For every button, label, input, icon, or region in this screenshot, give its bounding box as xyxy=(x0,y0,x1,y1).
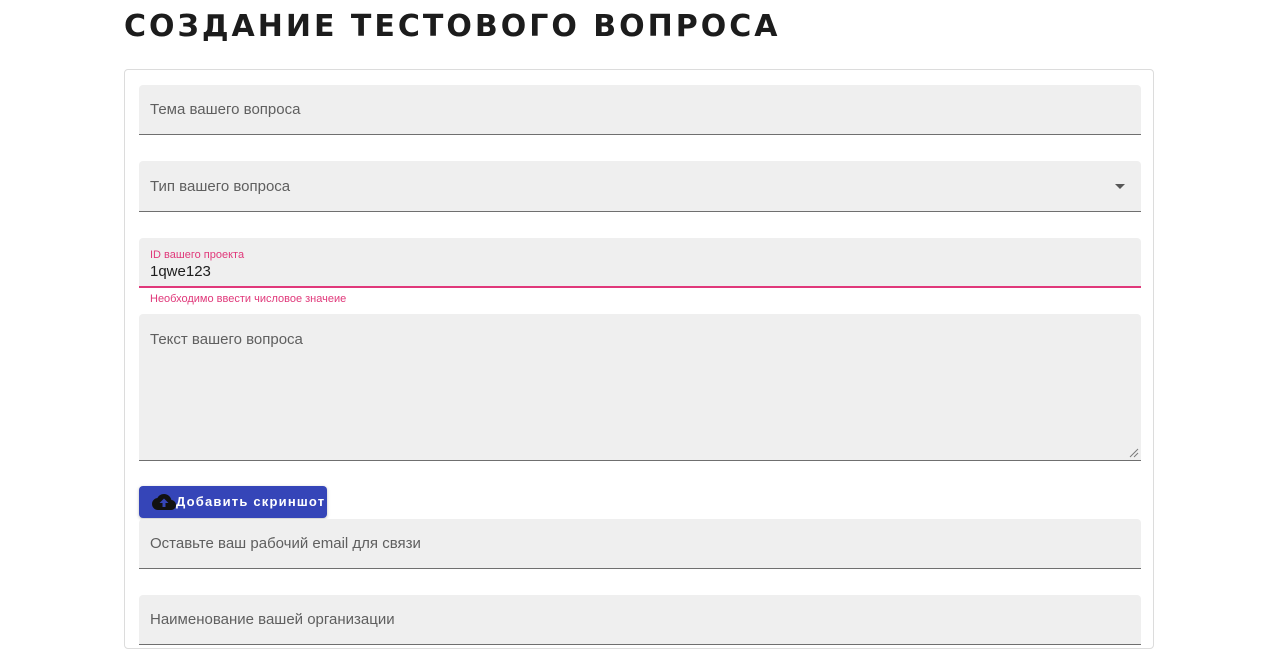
project-id-value[interactable]: 1qwe123 xyxy=(150,263,211,280)
resize-handle-icon[interactable] xyxy=(1129,448,1139,458)
question-text-placeholder: Текст вашего вопроса xyxy=(150,331,303,348)
email-placeholder: Оставьте ваш рабочий email для связи xyxy=(150,535,421,552)
organization-placeholder: Наименование вашей организации xyxy=(150,611,395,628)
add-screenshot-button[interactable]: Добавить скриншот xyxy=(139,486,327,518)
topic-placeholder: Тема вашего вопроса xyxy=(150,101,301,118)
question-type-select[interactable]: Тип вашего вопроса xyxy=(139,161,1141,212)
project-id-field[interactable]: ID вашего проекта 1qwe123 xyxy=(139,238,1141,288)
project-id-label: ID вашего проекта xyxy=(150,249,245,261)
question-text-field[interactable]: Текст вашего вопроса xyxy=(139,314,1141,461)
dropdown-arrow-icon[interactable] xyxy=(1115,184,1125,189)
organization-field[interactable]: Наименование вашей организации xyxy=(139,595,1141,645)
page-title: СОЗДАНИЕ ТЕСТОВОГО ВОПРОСА xyxy=(124,9,781,44)
question-type-placeholder: Тип вашего вопроса xyxy=(150,178,291,195)
project-id-error-text: Необходимо ввести числовое значеие xyxy=(150,293,347,305)
topic-field[interactable]: Тема вашего вопроса xyxy=(139,85,1141,135)
cloud-upload-icon xyxy=(152,494,176,510)
add-screenshot-label: Добавить скриншот xyxy=(176,494,326,509)
email-field[interactable]: Оставьте ваш рабочий email для связи xyxy=(139,519,1141,569)
